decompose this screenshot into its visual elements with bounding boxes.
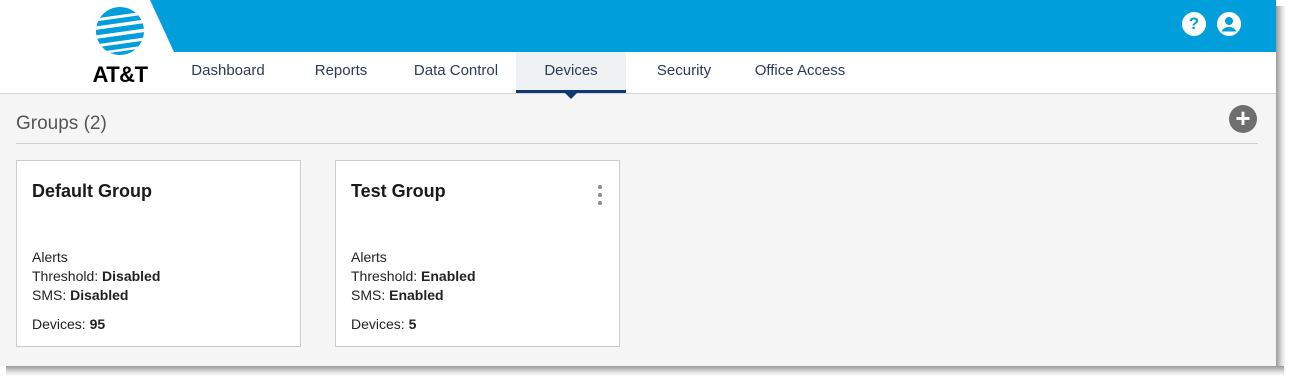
alerts-label: Alerts: [351, 249, 387, 265]
globe-logo-icon: [96, 7, 144, 55]
app-window: ? Dashboard Reports Data Control Devices…: [0, 0, 1276, 366]
sms-row: SMS: Enabled: [351, 287, 444, 303]
tab-reports[interactable]: Reports: [296, 52, 386, 93]
tab-devices-label: Devices: [544, 62, 598, 79]
active-tab-caret-icon: [565, 93, 577, 99]
sms-value: Enabled: [389, 287, 444, 303]
threshold-value: Disabled: [102, 268, 161, 284]
groups-divider: [16, 143, 1258, 144]
top-bar: ?: [0, 0, 1276, 52]
threshold-label: Threshold:: [351, 268, 422, 284]
sms-label: SMS:: [32, 287, 71, 303]
devices-row: Devices: 95: [32, 316, 105, 332]
sms-row: SMS: Disabled: [32, 287, 128, 303]
group-card-title: Test Group: [351, 181, 446, 201]
group-card-title: Default Group: [32, 181, 152, 201]
tab-office-access[interactable]: Office Access: [744, 52, 856, 93]
more-options-icon[interactable]: [598, 185, 604, 209]
help-glyph: ?: [1188, 14, 1200, 33]
tab-devices[interactable]: Devices: [516, 52, 626, 99]
group-card-test[interactable]: Test Group Alerts Threshold: Enabled SMS…: [335, 160, 620, 347]
devices-row: Devices: 5: [351, 316, 416, 332]
threshold-value: Enabled: [421, 268, 476, 284]
devices-count: 5: [408, 316, 417, 332]
group-card-default[interactable]: Default Group Alerts Threshold: Disabled…: [16, 160, 301, 347]
threshold-row: Threshold: Enabled: [351, 268, 476, 284]
help-icon[interactable]: ?: [1182, 12, 1206, 36]
sms-value: Disabled: [70, 287, 129, 303]
sms-label: SMS:: [351, 287, 390, 303]
threshold-row: Threshold: Disabled: [32, 268, 160, 284]
window-shadow-right: [1276, 6, 1286, 372]
threshold-label: Threshold:: [32, 268, 103, 284]
plus-icon: +: [1235, 103, 1251, 133]
main-nav: Dashboard Reports Data Control Devices S…: [0, 52, 1276, 99]
tab-security[interactable]: Security: [640, 52, 728, 93]
devices-count: 95: [89, 316, 106, 332]
header-accent-bar: [150, 0, 1276, 52]
add-group-button[interactable]: +: [1229, 105, 1257, 133]
groups-heading: Groups (2): [16, 113, 107, 134]
window-shadow-bottom: [6, 366, 1284, 376]
brand-logo[interactable]: AT&T: [88, 6, 152, 87]
alerts-label: Alerts: [32, 249, 68, 265]
devices-label: Devices:: [32, 316, 90, 332]
tab-data-control[interactable]: Data Control: [398, 52, 514, 93]
user-silhouette-icon: [1221, 17, 1237, 32]
user-icon[interactable]: [1217, 12, 1241, 36]
tab-dashboard[interactable]: Dashboard: [176, 52, 280, 93]
devices-label: Devices:: [351, 316, 409, 332]
brand-name: AT&T: [92, 62, 148, 87]
